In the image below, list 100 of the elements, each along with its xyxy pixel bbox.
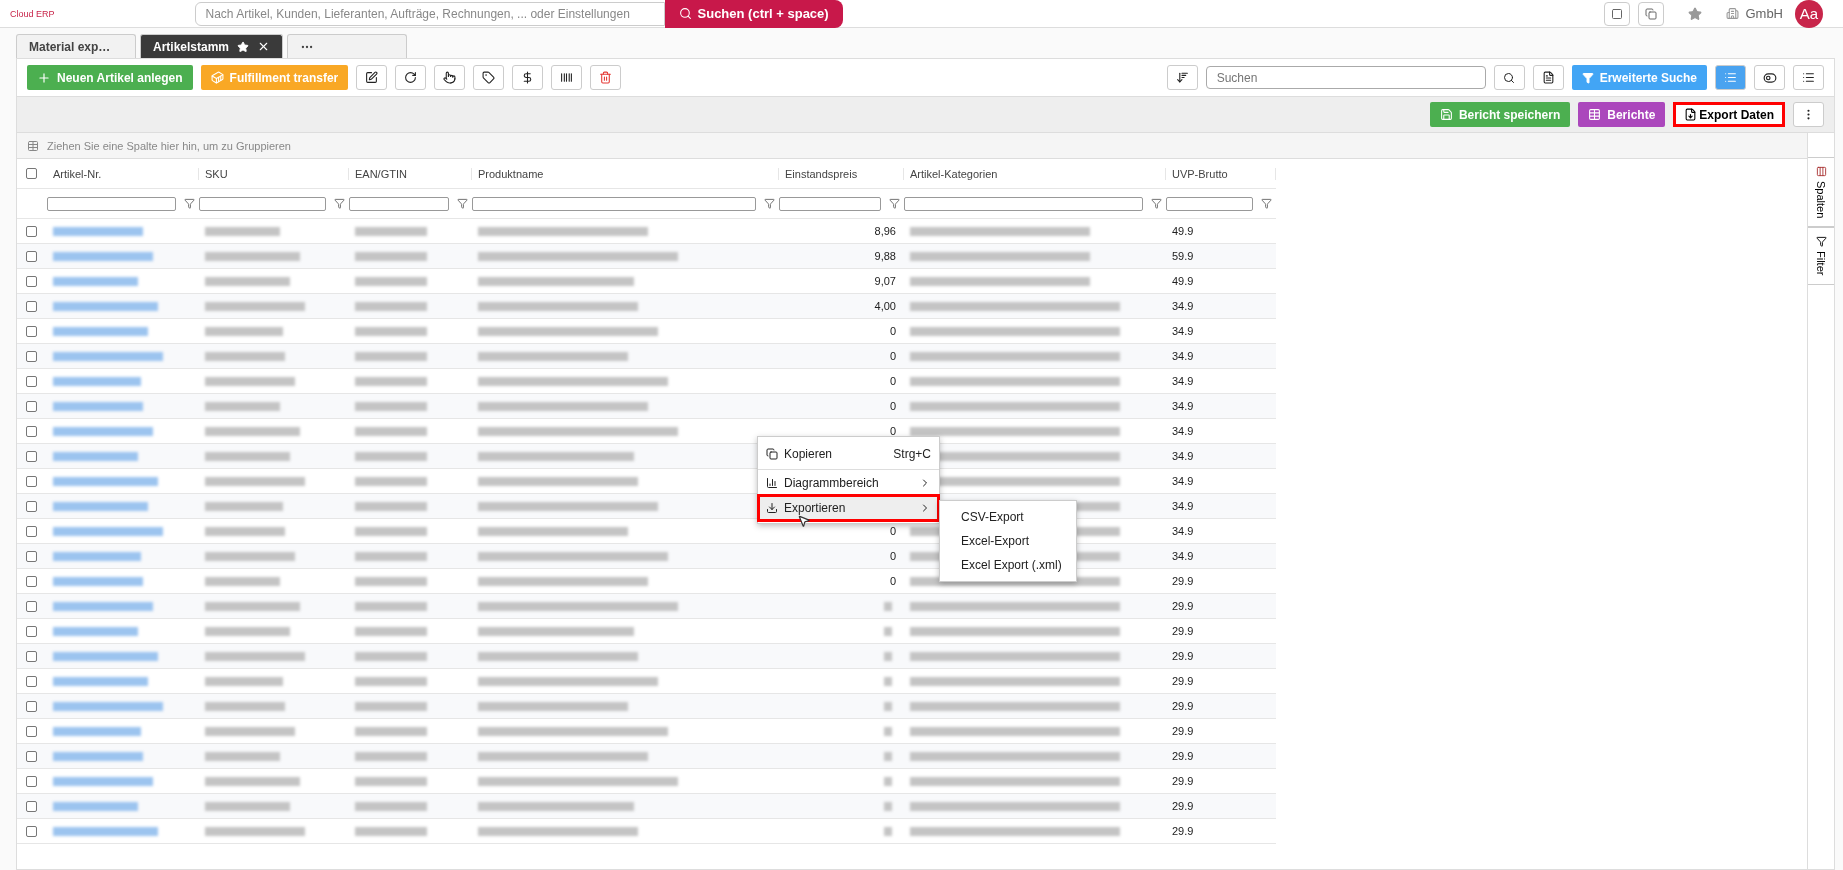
row-checkbox[interactable] (26, 325, 37, 337)
menu-item[interactable]: CSV-Export (940, 505, 1076, 529)
row-checkbox[interactable] (26, 400, 37, 412)
table-cell-text: 34.9 (1171, 475, 1195, 487)
menu-item[interactable]: Kopieren Strg+C (758, 439, 939, 469)
redacted-text (355, 651, 427, 661)
filter-field[interactable] (779, 196, 881, 211)
redacted-text (355, 726, 427, 736)
row-checkbox[interactable] (26, 550, 37, 562)
plus-icon (37, 70, 51, 85)
row-checkbox[interactable] (26, 775, 37, 787)
search-button[interactable] (1493, 65, 1525, 90)
redacted-text (355, 326, 427, 336)
row-checkbox[interactable] (26, 625, 37, 637)
filter-icon[interactable] (1151, 198, 1162, 209)
menu-item[interactable]: Exportieren (758, 495, 939, 521)
filter-field[interactable] (349, 196, 449, 211)
filter-field[interactable] (904, 196, 1143, 211)
dollar-button[interactable] (512, 65, 544, 90)
search-button[interactable]: Suchen (ctrl + space) (664, 0, 843, 28)
column-header[interactable]: Artikel-Kategorien (904, 167, 1166, 180)
table-cell-text: 29.9 (1171, 675, 1195, 687)
row-checkbox[interactable] (26, 450, 37, 462)
list-icon (1802, 71, 1815, 84)
row-checkbox[interactable] (26, 525, 37, 537)
row-checkbox[interactable] (26, 825, 37, 837)
row-checkbox[interactable] (26, 750, 37, 762)
star-icon[interactable] (1688, 6, 1703, 21)
menu-icon (766, 448, 778, 460)
window-button[interactable] (1604, 1, 1631, 26)
column-header[interactable]: UVP-Brutto (1166, 167, 1276, 180)
user-avatar[interactable]: Aa (1795, 0, 1823, 28)
reports-button[interactable]: Berichte (1578, 102, 1666, 127)
column-header[interactable]: Artikel-Nr. (47, 167, 199, 180)
row-checkbox[interactable] (26, 725, 37, 737)
menu-item[interactable]: Excel-Export (940, 529, 1076, 553)
table-cell-text: 0 (888, 325, 897, 337)
select-all-checkbox[interactable] (26, 168, 37, 179)
column-header[interactable]: SKU (199, 167, 349, 180)
toggle-button[interactable] (1754, 65, 1785, 90)
row-checkbox[interactable] (26, 675, 37, 687)
row-checkbox[interactable] (26, 300, 37, 312)
row-checkbox[interactable] (26, 250, 37, 262)
row-checkbox[interactable] (26, 225, 37, 237)
row-checkbox[interactable] (26, 350, 37, 362)
table-cell-text: 34.9 (1171, 425, 1195, 437)
edit-button[interactable] (356, 65, 388, 90)
redacted-text (884, 601, 892, 611)
filter-icon[interactable] (889, 198, 900, 209)
table-cell-text: 34.9 (1171, 325, 1195, 337)
table-cell-text: 34.9 (1171, 350, 1195, 362)
refresh-button[interactable] (395, 65, 427, 90)
global-search-field[interactable]: Nach Artikel, Kunden, Lieferanten, Aufträge, Rechnungen, ... oder Einstellungen (194, 1, 665, 26)
search-field[interactable]: Suchen (1205, 66, 1486, 89)
side-panel-tab[interactable]: Spalten (1808, 157, 1834, 228)
hand-button[interactable] (434, 65, 466, 90)
barcode-button[interactable] (551, 65, 583, 90)
tab[interactable]: Artikelstamm (140, 34, 284, 58)
delete-button[interactable] (590, 65, 622, 90)
column-header[interactable]: Produktname (472, 167, 779, 180)
export-data-button[interactable]: Export Daten (1673, 102, 1785, 127)
row-checkbox[interactable] (26, 500, 37, 512)
row-checkbox[interactable] (26, 575, 37, 587)
filter-icon[interactable] (334, 198, 345, 209)
filter-icon[interactable] (457, 198, 468, 209)
row-checkbox[interactable] (26, 425, 37, 437)
column-header[interactable]: Einstandspreis (779, 167, 904, 180)
row-checkbox[interactable] (26, 650, 37, 662)
company-name[interactable]: GmbH (1745, 6, 1783, 21)
table-cell-text: 29.9 (1171, 725, 1195, 737)
row-checkbox[interactable] (26, 800, 37, 812)
row-checkbox[interactable] (26, 475, 37, 487)
filter-field[interactable] (47, 196, 176, 211)
square-icon (1611, 7, 1624, 20)
table-cell-text: 34.9 (1171, 300, 1195, 312)
side-panel-tab[interactable]: Filter (1808, 227, 1834, 285)
tag-button[interactable] (473, 65, 505, 90)
tab[interactable]: Material exp… (16, 34, 136, 58)
table-cell-text: 0 (888, 550, 897, 562)
redacted-text (355, 301, 427, 311)
table-cell-text: 49.9 (1171, 275, 1195, 287)
filter-icon[interactable] (184, 198, 195, 209)
table-cell-text: 29.9 (1171, 625, 1195, 637)
column-header[interactable]: EAN/GTIN (349, 167, 472, 180)
list-button[interactable] (1793, 65, 1824, 90)
filter-icon[interactable] (764, 198, 775, 209)
row-checkbox[interactable] (26, 275, 37, 287)
filter-field[interactable] (472, 196, 756, 211)
row-checkbox[interactable] (26, 600, 37, 612)
file-button[interactable] (1532, 65, 1564, 90)
table-cell-text: 29.9 (1171, 600, 1195, 612)
side-tab-label: Spalten (1815, 181, 1827, 219)
filter-field[interactable] (1166, 196, 1253, 211)
filter-field[interactable] (199, 196, 326, 211)
row-checkbox[interactable] (26, 375, 37, 387)
menu-item[interactable]: Excel Export (.xml) (940, 553, 1076, 577)
filter-icon[interactable] (1261, 198, 1272, 209)
row-checkbox[interactable] (26, 700, 37, 712)
sort-button[interactable] (1166, 65, 1198, 90)
table-cell-text: 29.9 (1171, 575, 1195, 587)
